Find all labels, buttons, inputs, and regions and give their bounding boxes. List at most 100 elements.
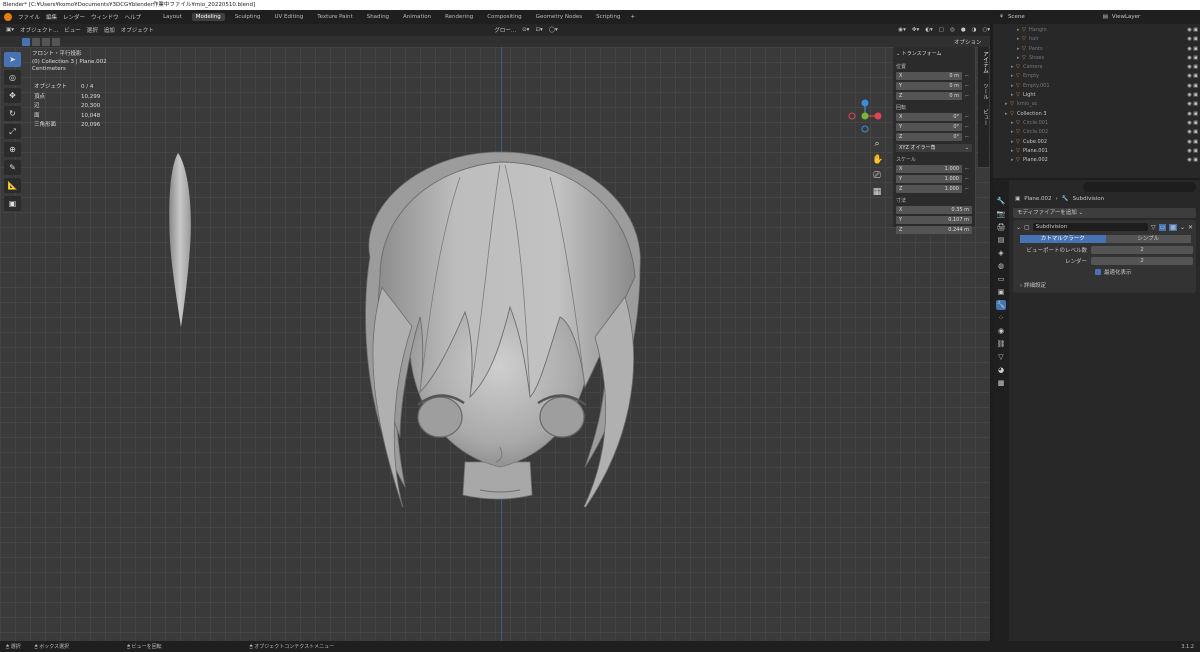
outliner-row[interactable]: ▸ ▽ Circle.001 ◉ ▣: [993, 119, 1200, 128]
outliner-row[interactable]: ▸ ▽ Circle.002 ◉ ▣: [993, 128, 1200, 137]
tab-modeling[interactable]: Modeling: [191, 13, 225, 21]
menu-select[interactable]: 選択: [87, 26, 98, 34]
outliner-row[interactable]: ▸ ▽ Cube.002 ◉ ▣: [993, 138, 1200, 147]
shading-wireframe-icon[interactable]: ◎: [950, 27, 955, 33]
tab-compositing[interactable]: Compositing: [483, 13, 525, 21]
menu-add[interactable]: 追加: [104, 26, 115, 34]
visibility-eye-icon[interactable]: ◉ ▣: [1187, 138, 1198, 147]
output-props-icon[interactable]: 🖨: [996, 222, 1006, 232]
menu-window[interactable]: ウィンドウ: [91, 13, 119, 21]
select-subtract-icon[interactable]: [42, 37, 50, 46]
view-layer-name[interactable]: ViewLayer: [1112, 14, 1140, 20]
visibility-eye-icon[interactable]: ◉ ▣: [1187, 82, 1198, 91]
outliner-row[interactable]: ▸ ▽ Light ◉ ▣: [993, 91, 1200, 100]
tab-rendering[interactable]: Rendering: [441, 13, 477, 21]
collection-props-icon[interactable]: ▭: [996, 274, 1006, 284]
select-tool-icon[interactable]: ➤: [4, 52, 21, 67]
physics-props-icon[interactable]: ◉: [996, 326, 1006, 336]
scale-z-row[interactable]: Z 1.000 ⌐: [896, 184, 972, 193]
zoom-icon[interactable]: ⌕: [872, 139, 882, 149]
render-props-icon[interactable]: 📷: [996, 209, 1006, 219]
world-props-icon[interactable]: ◍: [996, 261, 1006, 271]
proportional-icon[interactable]: ◯▾: [549, 27, 558, 33]
view-layer-props-icon[interactable]: ▤: [996, 235, 1006, 245]
shading-material-icon[interactable]: ◑: [972, 27, 977, 33]
scene-icon[interactable]: ⚘: [999, 14, 1004, 20]
visibility-eye-icon[interactable]: ◉ ▣: [1187, 63, 1198, 72]
visibility-eye-icon[interactable]: ◉ ▣: [1187, 110, 1198, 119]
select-intersect-icon[interactable]: [52, 37, 60, 46]
menu-file[interactable]: ファイル: [18, 13, 40, 21]
outliner-row[interactable]: ▸ ▽ Empty.001 ◉ ▣: [993, 82, 1200, 91]
measure-tool-icon[interactable]: 📐: [4, 178, 21, 193]
simple-button[interactable]: シンプル: [1105, 235, 1191, 243]
visibility-eye-icon[interactable]: ◉ ▣: [1187, 156, 1198, 165]
outliner-row[interactable]: ▸ ▽ hair ◉ ▣: [993, 35, 1200, 44]
outliner-row[interactable]: ▸ ▽ Pants ◉ ▣: [993, 45, 1200, 54]
add-workspace-icon[interactable]: +: [631, 14, 636, 20]
menu-object[interactable]: オブジェクト: [121, 26, 154, 34]
close-icon[interactable]: ✕: [1188, 224, 1193, 231]
advanced-subpanel[interactable]: › 詳細設定: [1016, 281, 1193, 289]
rotation-mode-dropdown[interactable]: XYZ オイラー角 ⌄: [896, 143, 972, 152]
snap-icon[interactable]: ⊡▾: [535, 27, 542, 33]
navigation-gizmo[interactable]: [848, 99, 882, 133]
scene-name[interactable]: Scene: [1008, 14, 1025, 20]
outliner-row[interactable]: ▸ ▽ Empty ◉ ▣: [993, 72, 1200, 81]
pan-hand-icon[interactable]: ✋: [872, 155, 883, 165]
tab-item[interactable]: アイテム: [982, 51, 988, 73]
shading-solid-icon[interactable]: ●: [961, 27, 966, 33]
modifier-props-icon[interactable]: 🔧: [996, 300, 1006, 310]
data-props-icon[interactable]: ▽: [996, 352, 1006, 362]
options-dropdown[interactable]: オプション: [954, 38, 982, 46]
outliner-row[interactable]: ▸ ▽ kmio_ac ◉ ▣: [993, 100, 1200, 109]
texture-props-icon[interactable]: ▩: [996, 378, 1006, 388]
catmull-clark-button[interactable]: カトマルクラーク: [1020, 235, 1106, 243]
tab-geometry-nodes[interactable]: Geometry Nodes: [532, 13, 586, 21]
collapse-chevron-icon[interactable]: ⌄: [1016, 224, 1021, 231]
move-tool-icon[interactable]: ✥: [4, 88, 21, 103]
annotate-tool-icon[interactable]: ✎: [4, 160, 21, 175]
transform-tool-icon[interactable]: ⊕: [4, 142, 21, 157]
visibility-eye-icon[interactable]: ◉ ▣: [1187, 119, 1198, 128]
constraints-props-icon[interactable]: ⛓: [996, 339, 1006, 349]
pivot-icon[interactable]: ⊙▾: [522, 27, 529, 33]
visibility-eye-icon[interactable]: ◉ ▣: [1187, 128, 1198, 137]
checkbox-checked-icon[interactable]: [1095, 268, 1101, 275]
transform-orientation-dropdown[interactable]: グロー...: [494, 26, 516, 34]
scale-y-row[interactable]: Y 1.000 ⌐: [896, 174, 972, 183]
visibility-eye-icon[interactable]: ◉ ▣: [1187, 54, 1198, 63]
scale-x-row[interactable]: X 1.000 ⌐: [896, 164, 972, 173]
menu-edit[interactable]: 編集: [46, 13, 57, 21]
overlay-toggle-icon[interactable]: ◐▾: [925, 27, 933, 33]
add-modifier-button[interactable]: モディファイアーを追加 ⌄: [1013, 208, 1196, 218]
outliner-row[interactable]: ▸ ▽ Plane.001 ◉ ▣: [993, 147, 1200, 156]
editor-type-icon[interactable]: ▣▾: [6, 27, 14, 33]
outliner-row[interactable]: ▸ ▽ Collection 3 ◉ ▣: [993, 110, 1200, 119]
3d-viewport[interactable]: ⌕ ✋ ⎚ ▦: [0, 47, 990, 641]
cursor-tool-icon[interactable]: ◎: [4, 70, 21, 85]
visibility-eye-icon[interactable]: ◉ ▣: [1187, 100, 1198, 109]
visibility-eye-icon[interactable]: ◉ ▣: [1187, 26, 1198, 35]
outliner-row[interactable]: ▸ ▽ Camera ◉ ▣: [993, 63, 1200, 72]
location-x-row[interactable]: X0 m ⌐: [896, 71, 972, 80]
location-z-row[interactable]: Z0 m ⌐: [896, 91, 972, 100]
add-cube-tool-icon[interactable]: ▣: [4, 196, 21, 211]
xray-icon[interactable]: ▢: [939, 27, 944, 33]
tab-texture-paint[interactable]: Texture Paint: [313, 13, 357, 21]
hair-strand-mesh[interactable]: [160, 147, 200, 332]
tab-sculpting[interactable]: Sculpting: [231, 13, 265, 21]
mode-dropdown[interactable]: オブジェクト...: [20, 26, 58, 34]
tool-props-icon[interactable]: 🔧: [996, 196, 1006, 206]
outliner-row[interactable]: ▸ ▽ Hangin ◉ ▣: [993, 26, 1200, 35]
show-render-icon[interactable]: ▦: [1169, 223, 1177, 231]
visibility-eye-icon[interactable]: ◉ ▣: [1187, 35, 1198, 44]
tab-scripting[interactable]: Scripting: [592, 13, 624, 21]
visibility-eye-icon[interactable]: ◉ ▣: [1187, 147, 1198, 156]
particles-props-icon[interactable]: ⁘: [996, 313, 1006, 323]
modifier-menu-icon[interactable]: ⌄: [1180, 224, 1185, 231]
optimal-display-checkbox[interactable]: 最適化表示: [1095, 267, 1193, 276]
material-props-icon[interactable]: ◕: [996, 365, 1006, 375]
menu-render[interactable]: レンダー: [63, 13, 85, 21]
tab-layout[interactable]: Layout: [159, 13, 186, 21]
